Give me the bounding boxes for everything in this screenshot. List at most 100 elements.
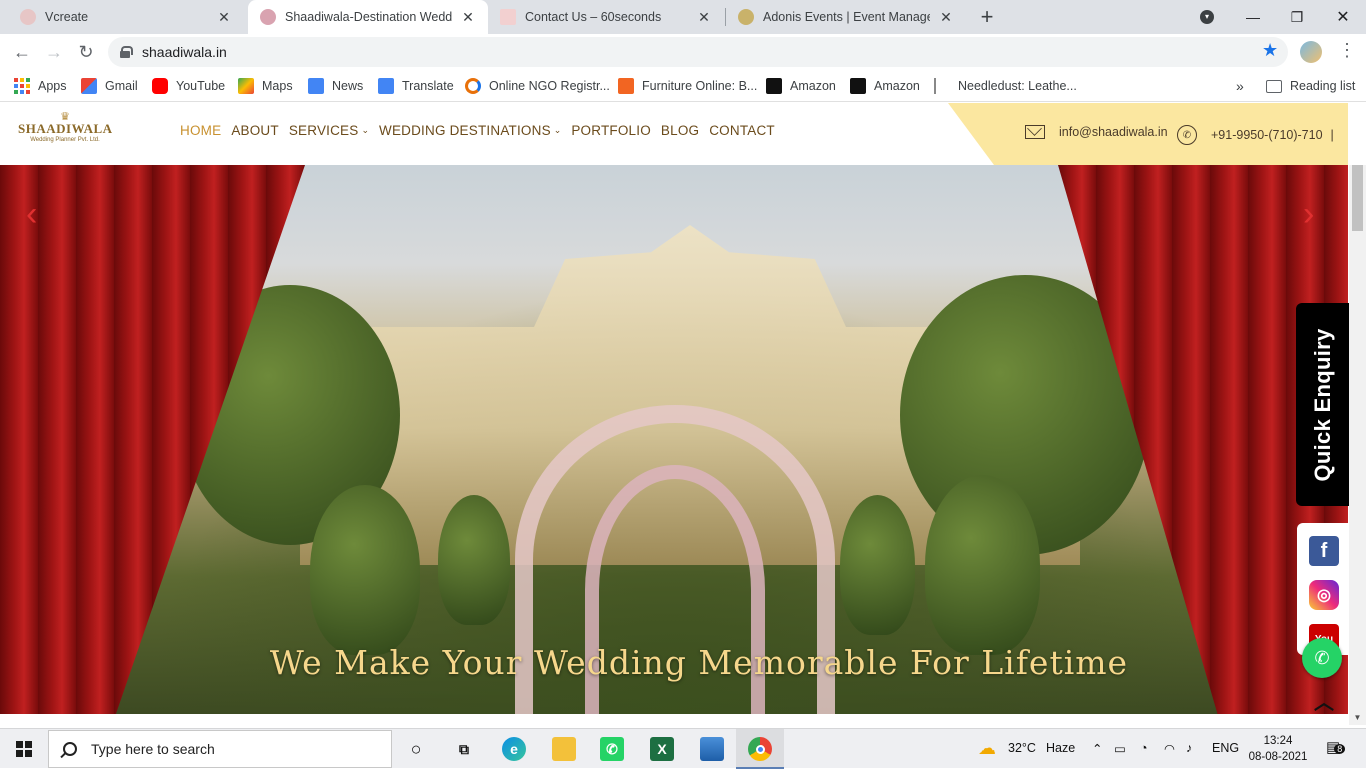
header-phone[interactable]: ✆ +91-9950-(710)-710 | xyxy=(1177,125,1334,145)
forward-arrow-icon[interactable]: → xyxy=(42,40,66,64)
edge-icon[interactable]: e xyxy=(502,737,526,761)
language-indicator[interactable]: ENG xyxy=(1212,741,1239,755)
prev-slide-arrow-icon[interactable]: ‹ xyxy=(26,195,37,234)
hero-heading: We Make Your Wedding Memorable For Lifet… xyxy=(269,643,1129,682)
whatsapp-icon[interactable]: ✆ xyxy=(600,737,624,761)
minimize-icon[interactable]: — xyxy=(1230,0,1276,34)
bookmark-label: Maps xyxy=(262,79,293,93)
instagram-icon[interactable]: ◎ xyxy=(1309,580,1339,610)
bookmark-news[interactable]: News xyxy=(308,76,363,96)
tab-title: Adonis Events | Event Manageme xyxy=(763,10,930,24)
bookmark-amazon-2[interactable]: Amazon xyxy=(850,76,920,96)
address-bar[interactable]: shaadiwala.in xyxy=(108,37,1288,67)
bookmark-maps[interactable]: Maps xyxy=(238,76,293,96)
whatsapp-chat-button[interactable]: ✆ xyxy=(1302,638,1342,678)
reload-icon[interactable]: ↻ xyxy=(74,40,98,64)
restore-icon[interactable]: ❐ xyxy=(1274,0,1320,34)
ngo-icon xyxy=(465,78,481,94)
nav-wedding-destinations-label: WEDDING DESTINATIONS xyxy=(379,123,551,138)
search-placeholder: Type here to search xyxy=(91,741,215,757)
show-hidden-icons-icon[interactable]: ⌃ xyxy=(1092,741,1102,756)
bookmark-label: Furniture Online: B... xyxy=(642,79,758,93)
wifi-icon[interactable]: ◠ xyxy=(1164,741,1175,756)
reading-list-button[interactable]: Reading list xyxy=(1266,76,1355,96)
close-tab-icon[interactable]: ✕ xyxy=(216,9,232,26)
logo-name: SHAADIWALA xyxy=(18,121,113,136)
bookmark-translate[interactable]: Translate xyxy=(378,76,454,96)
close-window-icon[interactable]: ✕ xyxy=(1320,0,1366,34)
weather-temp[interactable]: 32°C xyxy=(1008,741,1036,755)
weather-haze-icon[interactable]: ☁ xyxy=(978,738,996,759)
tab-title: Vcreate xyxy=(45,10,89,24)
excel-icon[interactable]: X xyxy=(650,737,674,761)
page-scrollbar[interactable]: ▲ ▼ xyxy=(1349,165,1366,725)
scroll-down-icon[interactable]: ▼ xyxy=(1349,713,1366,722)
scrollbar-thumb[interactable] xyxy=(1352,165,1363,231)
system-clock[interactable]: 13:24 08-08-2021 xyxy=(1248,733,1308,765)
task-view-icon[interactable]: ⧉ xyxy=(452,737,476,761)
close-tab-icon[interactable]: ✕ xyxy=(696,9,712,26)
site-header: ♛ SHAADIWALA Wedding Planner Pvt. Ltd. H… xyxy=(0,103,1348,165)
gmail-icon xyxy=(81,78,97,94)
close-tab-icon[interactable]: ✕ xyxy=(460,9,476,26)
cortana-icon[interactable]: ○ xyxy=(404,737,428,761)
nav-home[interactable]: HOME xyxy=(180,123,221,138)
nav-portfolio[interactable]: PORTFOLIO xyxy=(571,123,651,138)
bookmark-youtube[interactable]: YouTube xyxy=(152,76,225,96)
lock-icon[interactable] xyxy=(120,46,133,58)
adonis-favicon-icon xyxy=(738,9,754,25)
quick-enquiry-button[interactable]: Quick Enquiry xyxy=(1296,303,1349,506)
nav-contact[interactable]: CONTACT xyxy=(709,123,775,138)
bookmark-ngo[interactable]: Online NGO Registr... xyxy=(465,76,610,96)
windows-start-icon[interactable] xyxy=(16,741,32,757)
bookmark-gmail[interactable]: Gmail xyxy=(81,76,138,96)
tab-vcreate[interactable]: Vcreate ✕ xyxy=(8,0,244,34)
chrome-icon[interactable] xyxy=(748,737,772,761)
bookmark-needledust[interactable]: Needledust: Leathe... xyxy=(934,76,1077,96)
facebook-icon[interactable]: f xyxy=(1309,536,1339,566)
phone-text: +91-9950-(710)-710 xyxy=(1211,128,1323,142)
header-email[interactable]: info@shaadiwala.in xyxy=(1025,125,1168,139)
nav-blog[interactable]: BLOG xyxy=(661,123,699,138)
tab-shaadiwala[interactable]: Shaadiwala-Destination Wedding ✕ xyxy=(248,0,488,34)
site-logo[interactable]: ♛ SHAADIWALA Wedding Planner Pvt. Ltd. xyxy=(18,112,113,155)
bookmark-apps[interactable]: Apps xyxy=(14,76,67,96)
amazon-icon xyxy=(766,78,782,94)
shrub-image xyxy=(840,495,915,635)
photos-icon[interactable] xyxy=(700,737,724,761)
weather-desc[interactable]: Haze xyxy=(1046,741,1075,755)
tab-search-icon[interactable]: ▾ xyxy=(1184,0,1230,34)
needledust-icon xyxy=(934,78,950,94)
taskbar-search-box[interactable]: Type here to search xyxy=(48,730,392,768)
apps-grid-icon xyxy=(14,78,30,94)
hero-slider: ‹ › We Make Your Wedding Memorable For L… xyxy=(0,165,1348,714)
browser-menu-icon[interactable]: ⋮ xyxy=(1338,40,1356,61)
battery-icon[interactable]: ▭ xyxy=(1114,741,1126,756)
mail-icon xyxy=(1025,125,1045,139)
nav-about[interactable]: ABOUT xyxy=(231,123,279,138)
clock-time: 13:24 xyxy=(1263,735,1293,747)
clock-date: 08-08-2021 xyxy=(1248,751,1308,763)
bookmark-amazon[interactable]: Amazon xyxy=(766,76,836,96)
logo-subtitle: Wedding Planner Pvt. Ltd. xyxy=(30,137,100,143)
bookmark-furniture[interactable]: Furniture Online: B... xyxy=(618,76,757,96)
next-slide-arrow-icon[interactable]: › xyxy=(1303,195,1314,234)
tab-60seconds[interactable]: Contact Us – 60seconds ✕ xyxy=(488,0,724,34)
tab-title: Shaadiwala-Destination Wedding xyxy=(285,10,452,24)
bookmark-star-icon[interactable]: ★ xyxy=(1262,40,1278,61)
file-explorer-icon[interactable] xyxy=(552,737,576,761)
nav-wedding-destinations[interactable]: WEDDING DESTINATIONS ⌄ xyxy=(379,123,561,138)
notifications-icon[interactable]: ▤8 xyxy=(1326,738,1346,756)
network-icon[interactable]: ◔ xyxy=(1140,741,1148,755)
shrub-image xyxy=(438,495,510,625)
scroll-to-top-icon[interactable]: ︿ xyxy=(1314,686,1334,715)
back-arrow-icon[interactable]: ← xyxy=(10,40,34,64)
profile-avatar[interactable] xyxy=(1300,41,1322,63)
nav-services[interactable]: SERVICES ⌄ xyxy=(289,123,369,138)
volume-icon[interactable]: ♪ xyxy=(1186,741,1192,755)
new-tab-button[interactable]: + xyxy=(976,5,998,29)
quick-enquiry-label: Quick Enquiry xyxy=(1309,327,1335,482)
bookmarks-overflow-button[interactable]: » xyxy=(1236,76,1244,96)
tab-adonis[interactable]: Adonis Events | Event Manageme ✕ xyxy=(726,0,966,34)
close-tab-icon[interactable]: ✕ xyxy=(938,9,954,26)
